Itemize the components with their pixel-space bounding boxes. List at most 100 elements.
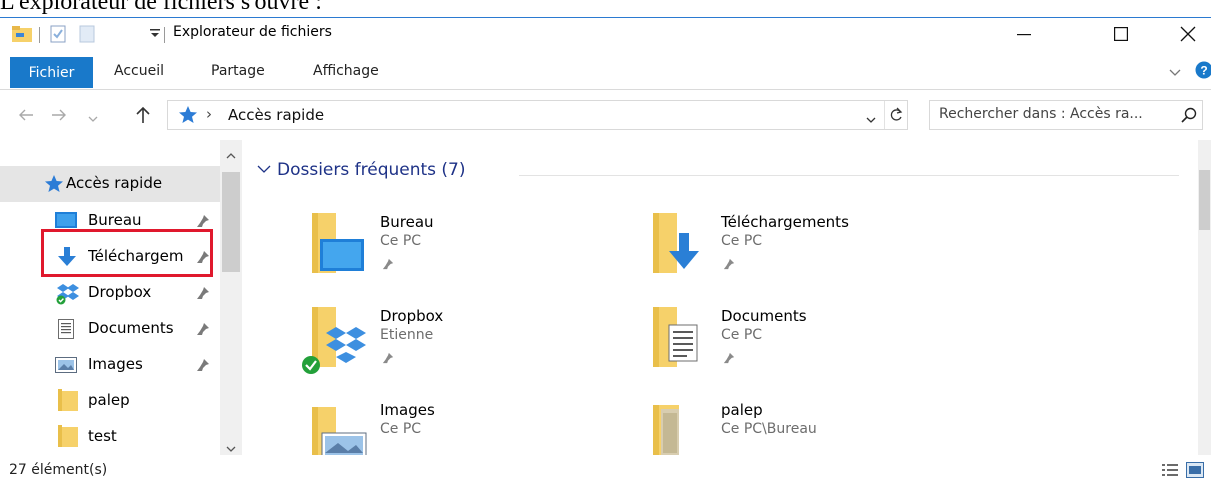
- new-folder-icon[interactable]: [79, 25, 95, 47]
- nav-item-acces-rapide[interactable]: Accès rapide: [0, 166, 220, 202]
- title-bar: Explorateur de fichiers: [0, 18, 1211, 50]
- tile-name: Dropbox: [380, 307, 444, 325]
- recent-locations-chevron-icon[interactable]: [88, 111, 98, 127]
- pin-icon: [723, 258, 735, 274]
- tile-documents[interactable]: Documents Ce PC: [641, 307, 941, 397]
- scroll-up-chevron-icon[interactable]: [226, 148, 236, 164]
- documents-icon: [58, 319, 74, 343]
- window-title: Explorateur de fichiers: [173, 24, 332, 40]
- content-scroll-thumb[interactable]: [1199, 170, 1210, 230]
- group-header-frequent-folders[interactable]: Dossiers fréquents (7): [257, 160, 466, 180]
- help-icon[interactable]: ?: [1195, 61, 1211, 83]
- quick-access-star-icon: [178, 105, 198, 129]
- dropbox-folder-icon: [300, 307, 370, 381]
- tile-name: palep: [721, 401, 763, 419]
- address-bar[interactable]: › Accès rapide: [167, 100, 908, 130]
- customize-toolbar-dropdown-icon[interactable]: [149, 27, 161, 43]
- document-caption-cut: L'explorateur de fichiers s'ouvre :: [0, 0, 322, 15]
- address-separator: ›: [206, 105, 212, 123]
- refresh-icon[interactable]: [889, 107, 903, 127]
- pin-icon[interactable]: [196, 322, 210, 340]
- nav-label: test: [88, 427, 117, 445]
- navigation-scrollbar[interactable]: [220, 140, 242, 455]
- pin-icon: [382, 352, 394, 368]
- address-dropdown-chevron-icon[interactable]: [866, 112, 876, 128]
- close-button[interactable]: [1165, 18, 1211, 50]
- navigation-row: › Accès rapide Rechercher dans : Accès r…: [0, 99, 1211, 133]
- maximize-button[interactable]: [1098, 18, 1144, 50]
- ribbon-divider: [0, 89, 1211, 90]
- content-scrollbar[interactable]: [1198, 140, 1211, 455]
- images-icon: [55, 357, 77, 377]
- title-separator: [164, 27, 165, 43]
- tile-dropbox[interactable]: Dropbox Etienne: [300, 307, 600, 397]
- tile-images[interactable]: Images Ce PC: [300, 401, 600, 455]
- group-collapse-chevron-icon[interactable]: [257, 162, 271, 178]
- up-arrow-icon[interactable]: [136, 106, 150, 128]
- pin-icon: [382, 258, 394, 274]
- tile-location: Ce PC: [721, 327, 763, 343]
- group-title: Dossiers fréquents (7): [277, 160, 466, 180]
- search-placeholder[interactable]: Rechercher dans : Accès ra...: [939, 106, 1143, 122]
- explorer-folder-icon[interactable]: [12, 25, 32, 47]
- nav-item-test[interactable]: test: [0, 419, 220, 455]
- palep-folder-icon: [641, 401, 711, 455]
- nav-item-dropbox[interactable]: Dropbox: [0, 275, 220, 311]
- search-icon[interactable]: [1181, 107, 1197, 127]
- tile-name: Bureau: [380, 213, 434, 231]
- pin-icon: [723, 352, 735, 368]
- tile-location: Ce PC: [380, 233, 422, 249]
- tile-name: Documents: [721, 307, 807, 325]
- details-view-icon[interactable]: [1162, 463, 1178, 481]
- tab-affichage[interactable]: Affichage: [313, 63, 379, 79]
- tile-name: Images: [380, 401, 435, 419]
- nav-label: Dropbox: [88, 283, 152, 301]
- address-path[interactable]: Accès rapide: [228, 106, 324, 124]
- group-divider: [519, 175, 1179, 176]
- dropbox-icon: [56, 283, 80, 309]
- star-quick-access-icon: [44, 174, 64, 198]
- status-bar: 27 élément(s): [0, 455, 1211, 484]
- address-divider: [884, 101, 885, 129]
- downloads-folder-icon: [641, 213, 711, 277]
- minimize-button[interactable]: [1001, 18, 1047, 50]
- folder-icon: [58, 425, 78, 451]
- desktop-folder-icon: [300, 213, 370, 277]
- content-pane: Dossiers fréquents (7) Bureau Ce PC Télé…: [243, 140, 1198, 455]
- ribbon-tabs: Fichier Accueil Partage Affichage ?: [0, 55, 1211, 89]
- tab-accueil[interactable]: Accueil: [114, 63, 164, 79]
- item-count: 27 élément(s): [9, 462, 108, 478]
- ribbon-expand-chevron-icon[interactable]: [1169, 66, 1181, 82]
- large-icons-view-icon[interactable]: [1186, 462, 1204, 482]
- pin-icon[interactable]: [196, 358, 210, 376]
- back-arrow-icon[interactable]: [18, 108, 34, 126]
- nav-label: Bureau: [88, 211, 142, 229]
- tile-name: Téléchargements: [721, 213, 849, 231]
- tile-location: Ce PC: [380, 421, 422, 437]
- nav-label: palep: [88, 391, 130, 409]
- nav-item-documents[interactable]: Documents: [0, 311, 220, 347]
- tile-bureau[interactable]: Bureau Ce PC: [300, 213, 600, 303]
- forward-arrow-icon[interactable]: [51, 108, 67, 126]
- nav-item-palep[interactable]: palep: [0, 383, 220, 419]
- svg-text:?: ?: [1200, 64, 1207, 78]
- documents-folder-icon: [641, 307, 711, 371]
- nav-label: Documents: [88, 319, 174, 337]
- highlight-box-downloads: [41, 229, 213, 277]
- navigation-scroll-thumb[interactable]: [222, 172, 240, 272]
- tab-partage[interactable]: Partage: [211, 63, 265, 79]
- tile-telechargements[interactable]: Téléchargements Ce PC: [641, 213, 941, 303]
- search-box[interactable]: Rechercher dans : Accès ra...: [929, 100, 1203, 130]
- tab-fichier[interactable]: Fichier: [10, 57, 93, 88]
- navigation-pane: Accès rapide Bureau Téléchargem Dropbox: [0, 140, 243, 455]
- images-folder-icon: [300, 401, 370, 455]
- tile-location: Etienne: [380, 327, 434, 343]
- tile-palep[interactable]: palep Ce PC\Bureau: [641, 401, 941, 455]
- pin-icon[interactable]: [196, 286, 210, 304]
- properties-icon[interactable]: [49, 25, 67, 47]
- nav-label: Accès rapide: [66, 174, 163, 192]
- quick-access-separator: [39, 27, 40, 43]
- tile-location: Ce PC: [721, 233, 763, 249]
- nav-label: Images: [88, 355, 143, 373]
- nav-item-images[interactable]: Images: [0, 347, 220, 383]
